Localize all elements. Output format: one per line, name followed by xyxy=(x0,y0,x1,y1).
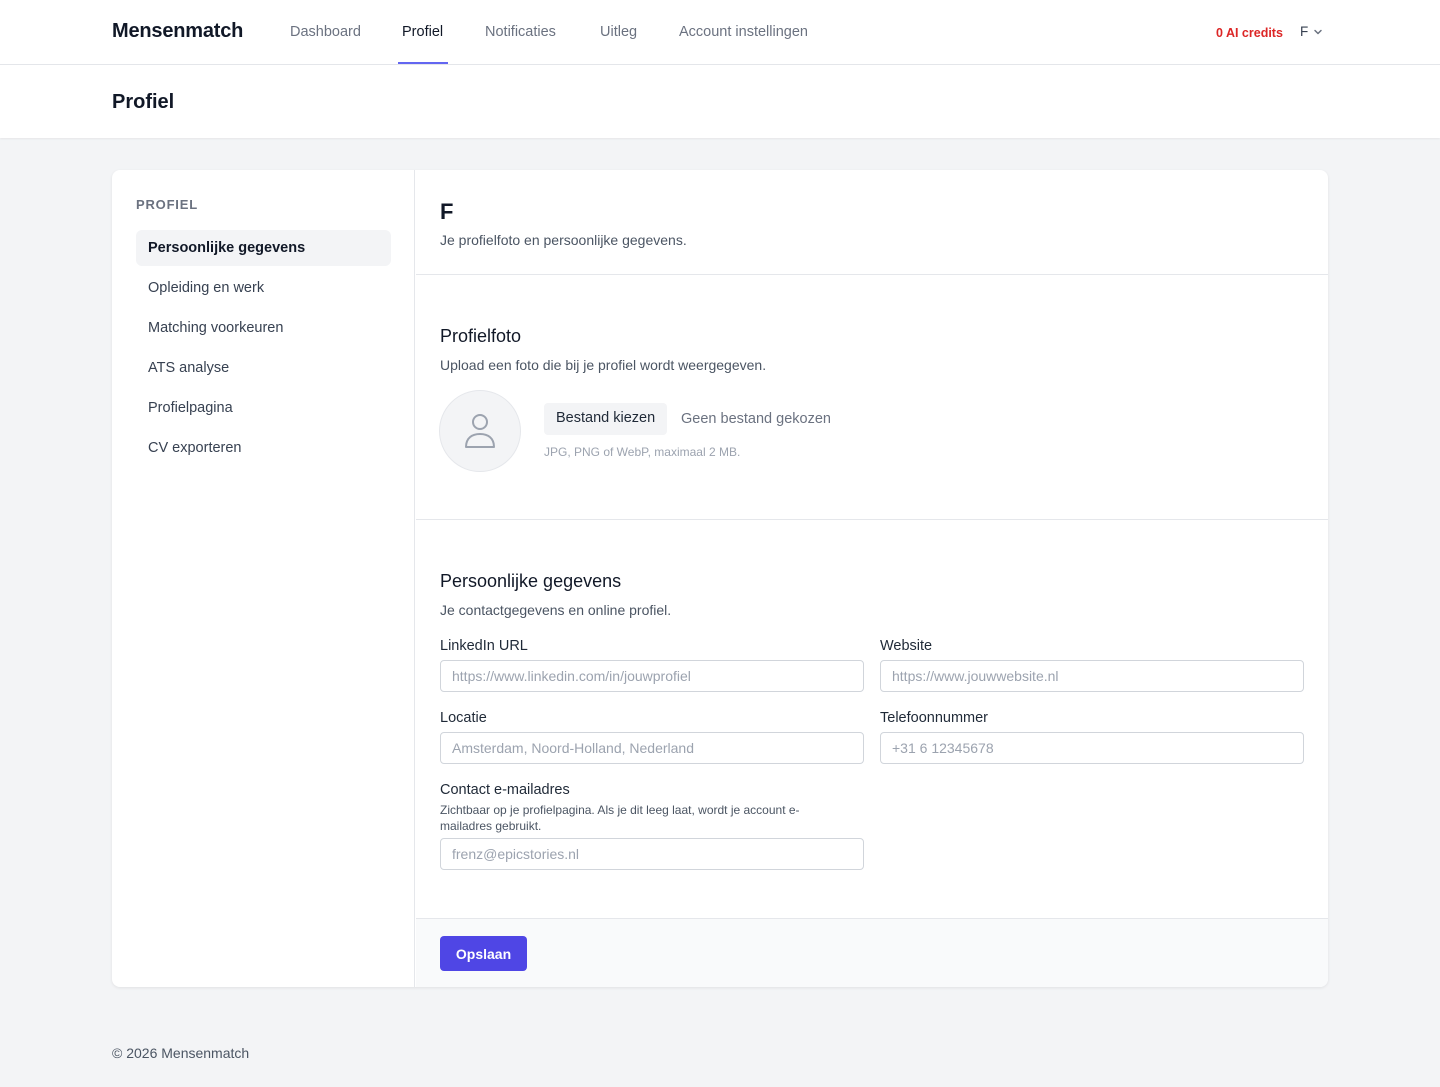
contact-email-hint: Zichtbaar op je profielpagina. Als je di… xyxy=(440,803,800,833)
contact-email-label: Contact e-mailadres xyxy=(440,782,570,798)
page-header: Profiel xyxy=(0,65,1440,138)
active-tab-indicator xyxy=(398,62,448,64)
website-label: Website xyxy=(880,638,933,654)
profile-summary: F Je profielfoto en persoonlijke gegeven… xyxy=(416,170,1328,275)
profile-main: F Je profielfoto en persoonlijke gegeven… xyxy=(416,170,1328,987)
user-icon xyxy=(465,414,495,448)
nav-link-uitleg[interactable]: Uitleg xyxy=(600,24,637,40)
chevron-down-icon xyxy=(1314,29,1322,34)
contact-email-input[interactable] xyxy=(440,838,864,870)
linkedin-label: LinkedIn URL xyxy=(440,638,528,654)
personal-details-section: Persoonlijke gegevens Je contactgegevens… xyxy=(416,520,1328,918)
location-input[interactable] xyxy=(440,732,864,764)
page-title: Profiel xyxy=(112,91,175,113)
phone-input[interactable] xyxy=(880,732,1304,764)
website-input[interactable] xyxy=(880,660,1304,692)
nav-link-dashboard[interactable]: Dashboard xyxy=(290,24,361,40)
ai-credits-badge[interactable]: 0 AI credits xyxy=(1216,26,1283,40)
copyright-text: © 2026 Mensenmatch xyxy=(112,1045,250,1061)
file-format-hint: JPG, PNG of WebP, maximaal 2 MB. xyxy=(544,445,741,459)
choose-file-button[interactable]: Bestand kiezen xyxy=(544,403,668,435)
user-initial: F xyxy=(1300,24,1309,39)
linkedin-url-input[interactable] xyxy=(440,660,864,692)
sidebar-item-profielpagina[interactable]: Profielpagina xyxy=(136,390,391,426)
save-button[interactable]: Opslaan xyxy=(440,936,527,971)
profile-name: F xyxy=(440,199,454,224)
section-subtitle-persoonlijke-gegevens: Je contactgegevens en online profiel. xyxy=(440,602,672,618)
no-file-chosen-text: Geen bestand gekozen xyxy=(681,411,831,427)
nav-link-profiel[interactable]: Profiel xyxy=(402,24,443,40)
profile-card: PROFIEL Persoonlijke gegevens Opleiding … xyxy=(112,170,1328,987)
nav-link-account-instellingen[interactable]: Account instellingen xyxy=(679,24,808,40)
profile-sidebar: PROFIEL Persoonlijke gegevens Opleiding … xyxy=(112,170,415,987)
brand-logo[interactable]: Mensenmatch xyxy=(112,20,243,43)
sidebar-item-ats-analyse[interactable]: ATS analyse xyxy=(136,350,391,386)
profile-subtitle: Je profielfoto en persoonlijke gegevens. xyxy=(440,232,687,248)
nav-link-notificaties[interactable]: Notificaties xyxy=(485,24,556,40)
section-subtitle-profielfoto: Upload een foto die bij je profiel wordt… xyxy=(440,357,767,373)
user-menu[interactable]: F xyxy=(1300,24,1324,39)
form-actions: Opslaan xyxy=(416,918,1328,987)
sidebar-item-matching-voorkeuren[interactable]: Matching voorkeuren xyxy=(136,310,391,346)
section-title-profielfoto: Profielfoto xyxy=(440,326,522,346)
sidebar-item-cv-exporteren[interactable]: CV exporteren xyxy=(136,430,391,466)
sidebar-heading: PROFIEL xyxy=(136,197,198,212)
location-label: Locatie xyxy=(440,710,487,726)
phone-label: Telefoonnummer xyxy=(880,710,988,726)
sidebar-item-persoonlijke-gegevens[interactable]: Persoonlijke gegevens xyxy=(136,230,391,266)
section-title-persoonlijke-gegevens: Persoonlijke gegevens xyxy=(440,571,622,591)
profile-photo-section: Profielfoto Upload een foto die bij je p… xyxy=(416,275,1328,520)
sidebar-item-opleiding-en-werk[interactable]: Opleiding en werk xyxy=(136,270,391,306)
avatar xyxy=(439,390,521,472)
top-navigation: Mensenmatch Dashboard Profiel Notificati… xyxy=(0,0,1440,65)
